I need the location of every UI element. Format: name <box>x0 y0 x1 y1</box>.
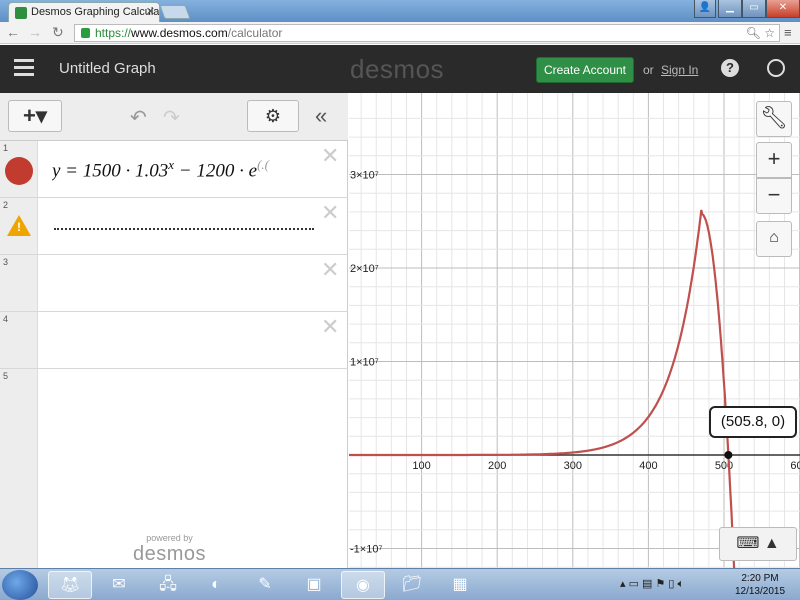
firefox-taskbar-icon[interactable]: 🦊︎ <box>48 571 92 599</box>
x-tick-label: 400 <box>639 460 657 472</box>
expression-gutter: 3 <box>0 255 38 311</box>
excel-taskbar-icon[interactable]: ▦ <box>438 571 482 599</box>
expression-row-3[interactable]: 3 ✕ <box>0 255 348 312</box>
language-globe-icon[interactable] <box>767 59 785 77</box>
expression-gutter: 4 <box>0 312 38 368</box>
graph-title[interactable]: Untitled Graph <box>59 60 156 77</box>
x-tick-label: 200 <box>488 460 506 472</box>
minimize-button[interactable]: ▁ <box>718 0 742 18</box>
system-tray-icons[interactable]: ▴ ▭ ▤ ⚑ ▯ 🔈︎ <box>620 577 684 591</box>
y-tick-label: 3×10⁷ <box>350 170 379 182</box>
desmos-logo: desmos <box>350 54 445 84</box>
cmd-taskbar-icon[interactable]: ▣ <box>292 571 336 599</box>
warning-icon[interactable]: ! <box>7 215 31 236</box>
x-tick-label: 300 <box>564 460 582 472</box>
url-scheme: https:// <box>95 26 132 40</box>
browser-titlebar: Desmos Graphing Calculat ✕ 👤 ▁ ▭ ✕ <box>0 0 800 22</box>
app-taskbar-icon[interactable]: ◐ <box>194 571 238 599</box>
new-tab-button[interactable] <box>159 5 191 19</box>
desmos-header: Untitled Graph desmos Create Account or … <box>0 45 800 93</box>
tab-title: Desmos Graphing Calculat <box>31 6 160 18</box>
graph-svg[interactable]: 100 200 300 400 500 600 3×10⁷ 2×10⁷ 1×10⁷ -1×10⁷ <box>349 93 800 568</box>
add-item-button[interactable]: +▾ <box>8 100 62 132</box>
delete-expression-icon[interactable]: ✕ <box>321 257 339 283</box>
taskbar-clock[interactable]: 2:20 PM 12/13/2015 <box>730 572 790 598</box>
sign-in-link[interactable]: Sign In <box>661 63 698 77</box>
tab-close-icon[interactable]: ✕ <box>146 5 155 18</box>
zoom-star-icons[interactable]: 🔍︎ ☆ <box>746 25 775 41</box>
zoom-in-button[interactable]: + <box>756 142 792 178</box>
create-account-button[interactable]: Create Account <box>536 57 634 83</box>
explorer-taskbar-icon[interactable]: 📁︎ <box>390 571 434 599</box>
y-tick-label: 1×10⁷ <box>350 357 379 369</box>
point-coordinate-label[interactable]: (505.8, 0) <box>709 406 797 438</box>
powered-by-desmos[interactable]: powered by desmos <box>133 533 206 566</box>
expression-math[interactable]: y = 1500 · 1.03x − 1200 · e(.( <box>52 157 328 182</box>
forward-arrow-icon[interactable]: → <box>28 24 42 40</box>
browser-toolbar: ← → ↻ https://www.desmos.com/calculator … <box>0 22 800 44</box>
x-tick-label: 600 <box>790 460 800 472</box>
clock-time: 2:20 PM <box>741 573 779 584</box>
keyboard-toggle-button[interactable]: ⌨ ▲ <box>719 527 797 561</box>
y-tick-label: -1×10⁷ <box>350 544 382 556</box>
y-tick-label: 2×10⁷ <box>350 263 379 275</box>
tool-taskbar-icon[interactable]: ✎ <box>243 571 287 599</box>
desmos-favicon-icon <box>15 7 27 19</box>
root-point <box>724 451 733 459</box>
delete-expression-icon[interactable]: ✕ <box>321 200 339 226</box>
user-icon[interactable]: 👤 <box>694 0 716 18</box>
graph-settings-wrench-icon[interactable]: 🔧︎ <box>756 101 792 137</box>
hamburger-menu-icon[interactable] <box>14 59 34 77</box>
delete-expression-icon[interactable]: ✕ <box>321 143 339 169</box>
reload-icon[interactable]: ↻ <box>52 24 64 41</box>
expression-number: 3 <box>3 257 9 267</box>
expression-number: 4 <box>3 314 9 324</box>
or-text: or <box>643 63 654 77</box>
graph-canvas[interactable]: 100 200 300 400 500 600 3×10⁷ 2×10⁷ 1×10⁷ -1×10⁷ <box>349 93 800 568</box>
url-host: www.desmos.com <box>131 26 228 40</box>
expression-gutter: 1 <box>0 141 38 197</box>
maximize-button[interactable]: ▭ <box>742 0 766 18</box>
start-button[interactable] <box>2 570 38 600</box>
clock-date: 12/13/2015 <box>734 586 786 597</box>
home-zoom-icon[interactable]: ⌂ <box>756 221 792 257</box>
expression-number: 1 <box>3 143 9 153</box>
x-tick-label: 100 <box>412 460 430 472</box>
browser-tab[interactable]: Desmos Graphing Calculat ✕ <box>8 2 160 22</box>
expression-number: 2 <box>3 200 9 210</box>
windows-taskbar: 🦊︎ ✉ 🖧 ◐ ✎ ▣ ◉ 📁︎ ▦ ▴ ▭ ▤ ⚑ ▯ 🔈︎ 2:20 PM… <box>0 568 800 600</box>
collapse-panel-icon[interactable]: « <box>315 103 327 129</box>
delete-expression-icon[interactable]: ✕ <box>321 314 339 340</box>
graph-color-icon[interactable] <box>5 157 33 185</box>
undo-icon[interactable]: ↶ <box>130 105 147 130</box>
expression-input-placeholder[interactable] <box>54 228 314 230</box>
address-bar[interactable]: https://www.desmos.com/calculator 🔍︎ ☆ <box>74 24 780 42</box>
settings-gear-icon[interactable]: ⚙ <box>247 100 299 132</box>
chrome-taskbar-icon[interactable]: ◉ <box>341 571 385 599</box>
help-icon[interactable]: ? <box>721 59 739 77</box>
expression-panel: +▾ ↶ ↷ ⚙ « 1 y = 1500 · 1.03x − 1200 · e… <box>0 93 348 568</box>
x-tick-label: 500 <box>715 460 733 472</box>
network-taskbar-icon[interactable]: 🖧 <box>146 571 190 599</box>
powered-by-logo: desmos <box>133 543 207 565</box>
expression-gutter: 2 ! <box>0 198 38 254</box>
expression-row-2[interactable]: 2 ! ✕ <box>0 198 348 255</box>
expression-row-4[interactable]: 4 ✕ <box>0 312 348 369</box>
thunderbird-taskbar-icon[interactable]: ✉ <box>97 571 141 599</box>
back-arrow-icon[interactable]: ← <box>6 24 20 40</box>
chrome-menu-icon[interactable]: ≡ <box>784 25 792 40</box>
powered-by-text: powered by <box>146 533 193 543</box>
lock-icon <box>81 28 90 38</box>
expression-toolbar: +▾ ↶ ↷ ⚙ « <box>0 93 348 141</box>
redo-icon[interactable]: ↷ <box>163 105 180 130</box>
zoom-out-button[interactable]: − <box>756 178 792 214</box>
url-path: /calculator <box>227 26 283 40</box>
window-close-button[interactable]: ✕ <box>766 0 800 18</box>
expression-number: 5 <box>3 371 9 381</box>
expression-row-1[interactable]: 1 y = 1500 · 1.03x − 1200 · e(.( ✕ <box>0 141 348 198</box>
expression-gutter: 5 <box>0 369 38 568</box>
